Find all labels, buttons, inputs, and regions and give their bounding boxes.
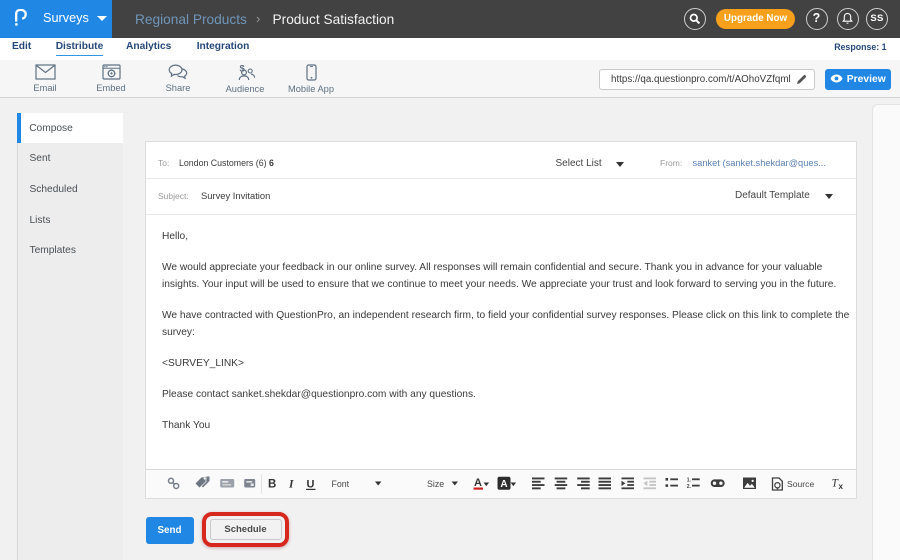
svg-text:Source: Source — [787, 479, 814, 489]
svg-text:B: B — [268, 479, 276, 491]
svg-text:2.: 2. — [686, 484, 691, 490]
svg-text:x: x — [838, 482, 843, 491]
svg-text:1.: 1. — [686, 478, 691, 484]
svg-text:Size: Size — [427, 479, 444, 489]
svg-text:$: $ — [239, 64, 245, 75]
svg-text:A: A — [474, 477, 482, 489]
svg-text:A: A — [500, 479, 507, 490]
svg-text:I: I — [288, 479, 294, 491]
svg-text:Font: Font — [331, 479, 349, 489]
svg-text:U: U — [306, 479, 314, 491]
